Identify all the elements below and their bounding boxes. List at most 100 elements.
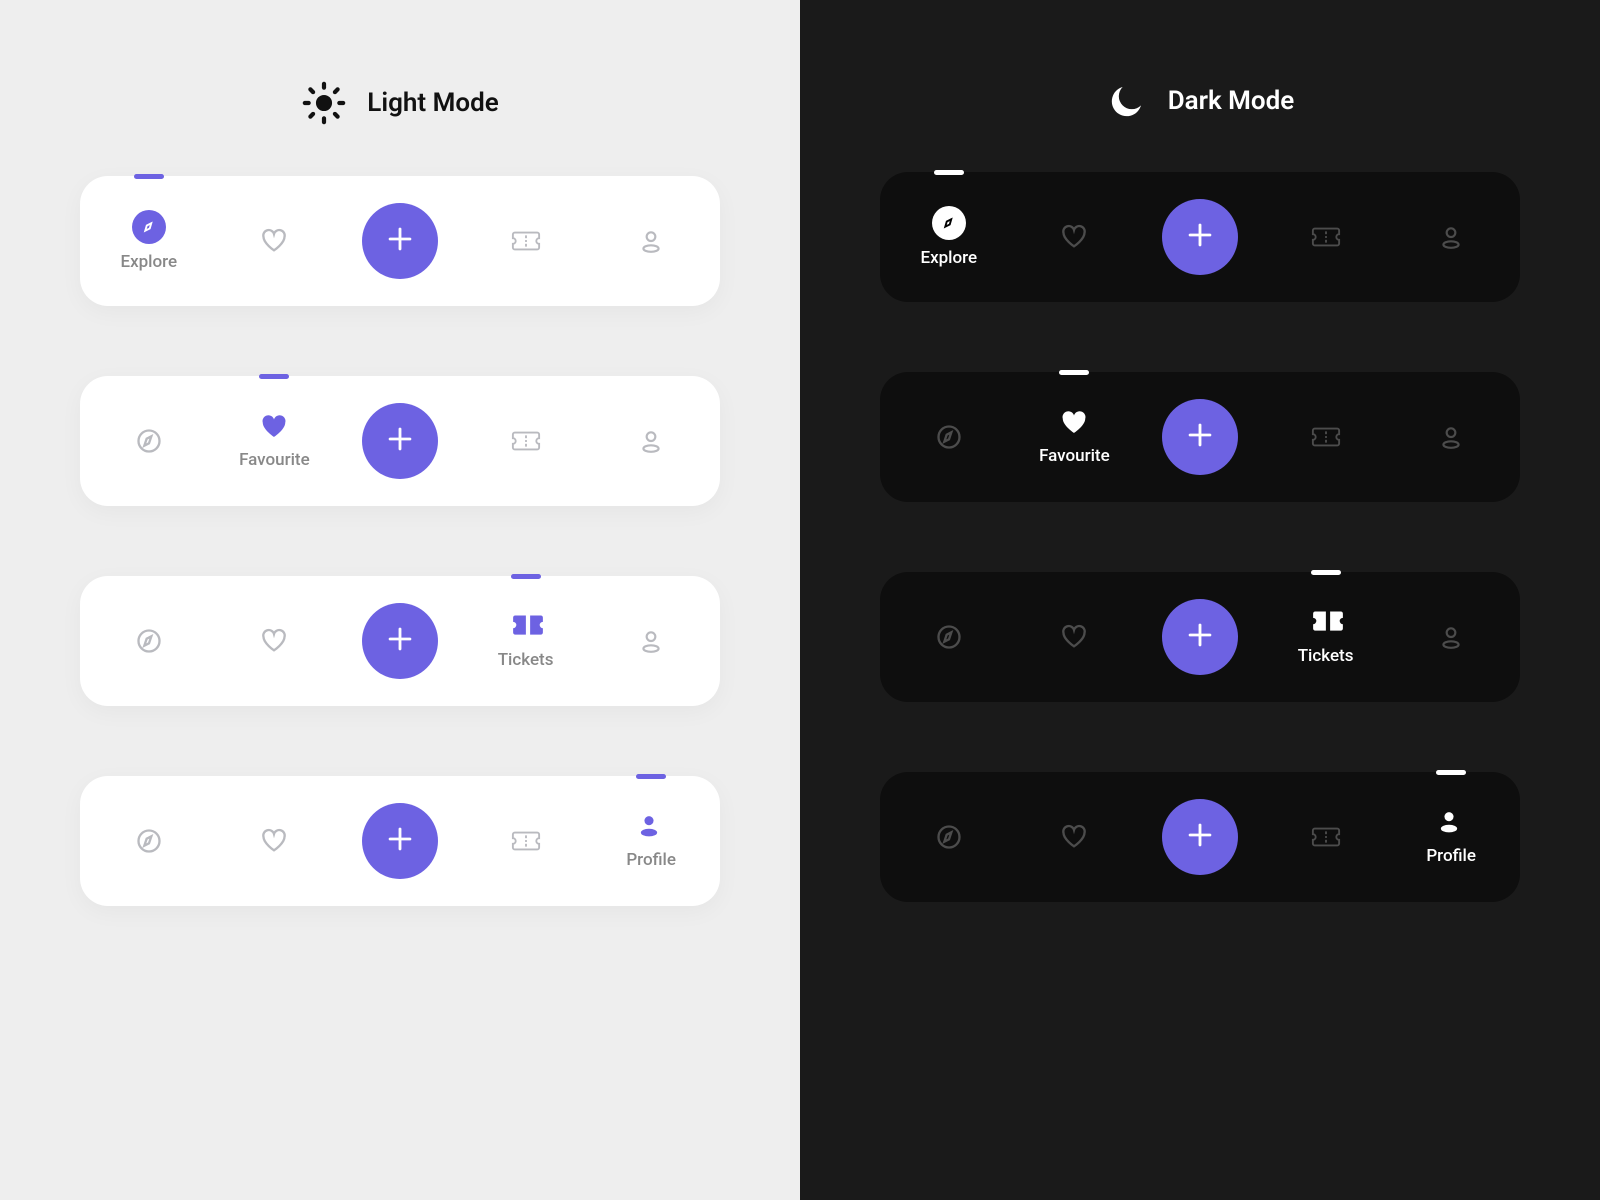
nav-bar: Explore Favourite Tickets Profile — [880, 172, 1520, 302]
nav-bar: Explore Favourite Tickets Profile — [80, 776, 720, 906]
nav-item-add[interactable] — [1137, 372, 1263, 502]
nav-item-profile[interactable]: Profile — [588, 576, 714, 706]
nav-label: Profile — [626, 850, 676, 870]
plus-icon — [1183, 418, 1217, 456]
compass-icon — [934, 422, 964, 452]
user-icon — [636, 226, 666, 256]
nav-bar: Explore Favourite Tickets Profile — [880, 572, 1520, 702]
nav-item-explore[interactable]: Explore — [86, 576, 212, 706]
plus-icon — [1183, 218, 1217, 256]
active-indicator — [1059, 370, 1089, 375]
moon-icon — [1106, 80, 1148, 122]
nav-item-explore[interactable]: Explore — [86, 776, 212, 906]
add-button[interactable] — [362, 603, 438, 679]
light-panel: Light Mode Explore — [0, 0, 800, 1200]
nav-item-tickets[interactable]: Tickets — [463, 376, 589, 506]
ticket-icon — [511, 226, 541, 256]
dark-panel: Dark Mode Explore Favourite Tickets Prof… — [800, 0, 1600, 1200]
heart-icon — [259, 826, 289, 856]
ticket-icon — [1311, 422, 1341, 452]
nav-item-tickets[interactable]: Tickets — [463, 776, 589, 906]
nav-label: Explore — [120, 252, 177, 272]
add-button[interactable] — [1162, 799, 1238, 875]
heart-icon — [1059, 222, 1089, 252]
nav-item-explore[interactable]: Explore — [886, 372, 1012, 502]
light-bars: Explore Favourite — [80, 176, 720, 906]
nav-item-favourite[interactable]: Favourite — [1012, 372, 1138, 502]
nav-bar: Explore Favourite Tickets Profile — [880, 372, 1520, 502]
nav-item-explore[interactable]: Explore — [886, 772, 1012, 902]
ticket-icon — [1311, 222, 1341, 252]
nav-item-tickets[interactable]: Tickets — [463, 176, 589, 306]
nav-item-favourite[interactable]: Favourite — [212, 776, 338, 906]
compass-icon — [134, 626, 164, 656]
nav-label: Favourite — [1039, 446, 1110, 466]
nav-item-tickets[interactable]: Tickets — [1263, 772, 1389, 902]
plus-icon — [383, 622, 417, 660]
compass-icon — [934, 822, 964, 852]
active-indicator — [511, 574, 541, 579]
nav-item-profile[interactable]: Profile — [588, 176, 714, 306]
nav-item-favourite[interactable]: Favourite — [1012, 772, 1138, 902]
nav-item-explore[interactable]: Explore — [86, 176, 212, 306]
nav-item-profile[interactable]: Profile — [1388, 772, 1514, 902]
plus-icon — [383, 822, 417, 860]
nav-item-profile[interactable]: Profile — [588, 376, 714, 506]
nav-item-explore[interactable]: Explore — [886, 572, 1012, 702]
nav-label: Tickets — [1298, 646, 1354, 666]
plus-icon — [383, 222, 417, 260]
active-indicator — [134, 174, 164, 179]
nav-item-add[interactable] — [1137, 572, 1263, 702]
nav-item-add[interactable] — [1137, 772, 1263, 902]
nav-item-add[interactable] — [337, 776, 463, 906]
add-button[interactable] — [1162, 399, 1238, 475]
add-button[interactable] — [362, 803, 438, 879]
nav-item-favourite[interactable]: Favourite — [1012, 172, 1138, 302]
nav-item-add[interactable] — [1137, 172, 1263, 302]
nav-item-add[interactable] — [337, 176, 463, 306]
compass-icon — [932, 206, 966, 240]
nav-item-favourite[interactable]: Favourite — [212, 376, 338, 506]
nav-bar: Explore Favourite Tickets Profile — [80, 376, 720, 506]
heart-icon — [1059, 822, 1089, 852]
light-mode-title: Light Mode — [367, 88, 498, 118]
nav-item-explore[interactable]: Explore — [86, 376, 212, 506]
nav-item-tickets[interactable]: Tickets — [1263, 372, 1389, 502]
add-button[interactable] — [362, 203, 438, 279]
nav-label: Tickets — [498, 650, 554, 670]
user-icon — [636, 812, 666, 842]
nav-item-favourite[interactable]: Favourite — [1012, 572, 1138, 702]
user-icon — [1436, 222, 1466, 252]
add-button[interactable] — [1162, 199, 1238, 275]
nav-item-profile[interactable]: Profile — [1388, 372, 1514, 502]
add-button[interactable] — [362, 403, 438, 479]
active-indicator — [1436, 770, 1466, 775]
user-icon — [636, 426, 666, 456]
add-button[interactable] — [1162, 599, 1238, 675]
nav-item-add[interactable] — [337, 376, 463, 506]
compass-icon — [134, 426, 164, 456]
nav-item-tickets[interactable]: Tickets — [1263, 572, 1389, 702]
compass-icon — [134, 826, 164, 856]
nav-item-explore[interactable]: Explore — [886, 172, 1012, 302]
ticket-icon — [1311, 822, 1341, 852]
nav-label: Explore — [920, 248, 977, 268]
nav-item-profile[interactable]: Profile — [1388, 172, 1514, 302]
ticket-icon — [1311, 608, 1341, 638]
nav-item-tickets[interactable]: Tickets — [463, 576, 589, 706]
active-indicator — [259, 374, 289, 379]
user-icon — [636, 626, 666, 656]
nav-label: Favourite — [239, 450, 310, 470]
heart-icon — [1059, 622, 1089, 652]
nav-item-profile[interactable]: Profile — [588, 776, 714, 906]
active-indicator — [1311, 570, 1341, 575]
nav-bar: Explore Favourite — [80, 176, 720, 306]
nav-item-add[interactable] — [337, 576, 463, 706]
nav-item-profile[interactable]: Profile — [1388, 572, 1514, 702]
compass-icon — [132, 210, 166, 244]
nav-item-tickets[interactable]: Tickets — [1263, 172, 1389, 302]
nav-item-favourite[interactable]: Favourite — [212, 176, 338, 306]
heart-icon — [1059, 408, 1089, 438]
nav-item-favourite[interactable]: Favourite — [212, 576, 338, 706]
user-icon — [1436, 622, 1466, 652]
